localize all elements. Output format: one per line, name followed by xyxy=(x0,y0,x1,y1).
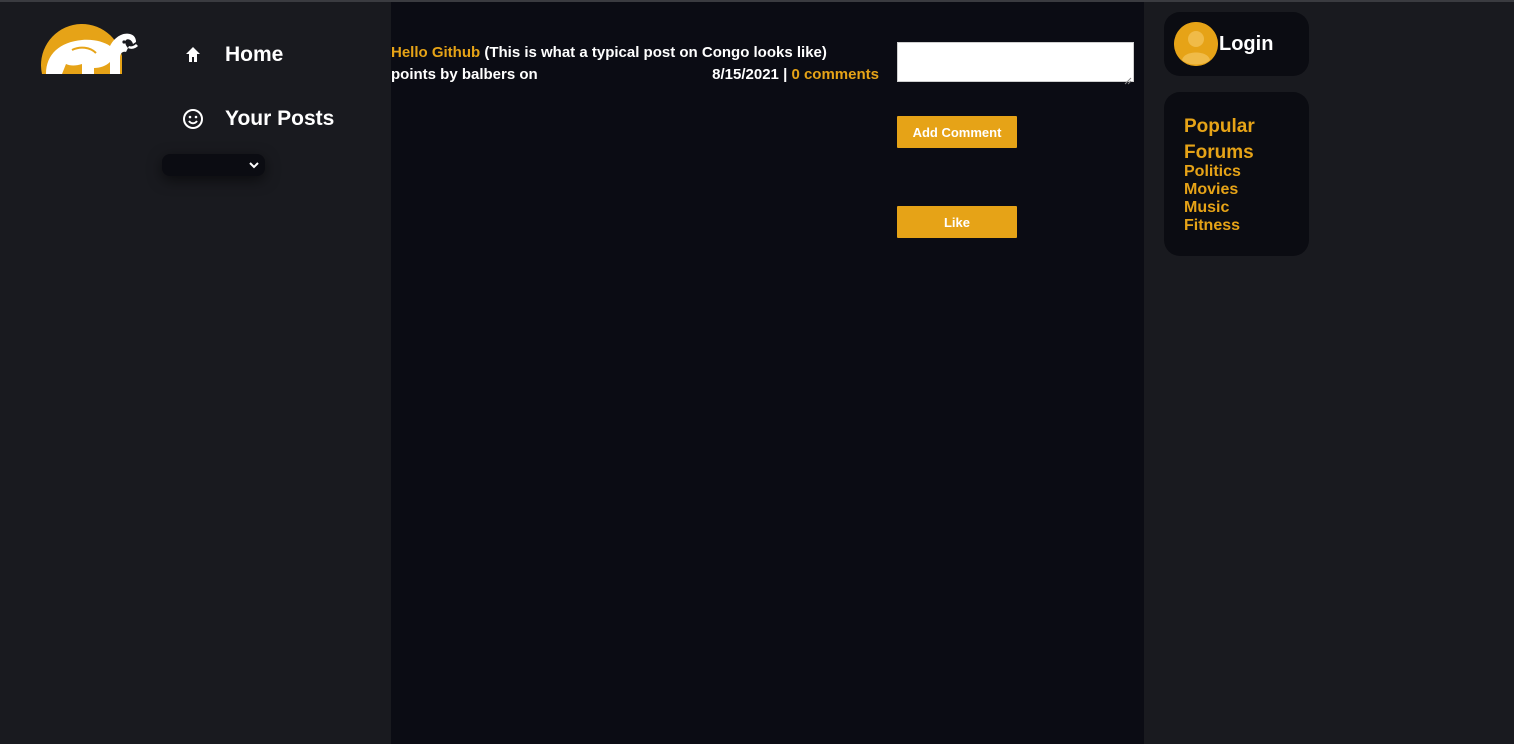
post-entry: Hello Github (This is what a typical pos… xyxy=(391,42,879,64)
forum-select-dropdown[interactable] xyxy=(162,154,265,176)
login-label: Login xyxy=(1219,32,1274,55)
nav-home-label: Home xyxy=(225,43,284,66)
nav-your-posts[interactable]: Your Posts xyxy=(180,106,334,132)
chevron-down-icon xyxy=(249,156,259,174)
comments-link[interactable]: 0 comments xyxy=(791,66,879,83)
user-avatar-icon xyxy=(1174,22,1218,66)
forum-list: Politics Movies Music Fitness xyxy=(1184,163,1241,235)
left-sidebar: Home Your Posts xyxy=(0,2,391,744)
post-title-link[interactable]: Hello Github xyxy=(391,44,480,61)
add-comment-button[interactable]: Add Comment xyxy=(897,116,1017,148)
forum-link-politics[interactable]: Politics xyxy=(1184,163,1241,181)
like-button[interactable]: Like xyxy=(897,206,1017,238)
forum-link-fitness[interactable]: Fitness xyxy=(1184,217,1241,235)
smiley-icon xyxy=(180,106,206,132)
post-meta: points by balbers on 8/15/2021 | 0 comme… xyxy=(391,64,879,86)
popular-forums-card: Popular Forums Politics Movies Music Fit… xyxy=(1164,92,1309,256)
post-byline: points by balbers on xyxy=(391,66,538,83)
resize-grip-icon[interactable] xyxy=(1124,72,1132,85)
main-content: Hello Github (This is what a typical pos… xyxy=(391,2,1144,744)
elephant-logo-icon[interactable] xyxy=(40,20,140,78)
right-sidebar: Login Popular Forums Politics Movies Mus… xyxy=(1144,2,1514,744)
forum-link-movies[interactable]: Movies xyxy=(1184,181,1241,199)
login-button[interactable]: Login xyxy=(1164,12,1309,76)
popular-forums-heading: Popular Forums xyxy=(1184,116,1255,163)
nav-your-posts-label: Your Posts xyxy=(225,107,335,130)
home-icon xyxy=(180,42,206,68)
post-date: 8/15/2021 xyxy=(712,66,779,83)
post-date-comments: 8/15/2021 | 0 comments xyxy=(712,64,879,86)
nav-home[interactable]: Home xyxy=(180,42,283,68)
comment-textarea[interactable] xyxy=(897,42,1134,85)
forum-link-music[interactable]: Music xyxy=(1184,199,1241,217)
post-body: (This is what a typical post on Congo lo… xyxy=(480,44,827,61)
meta-separator: | xyxy=(778,66,792,83)
